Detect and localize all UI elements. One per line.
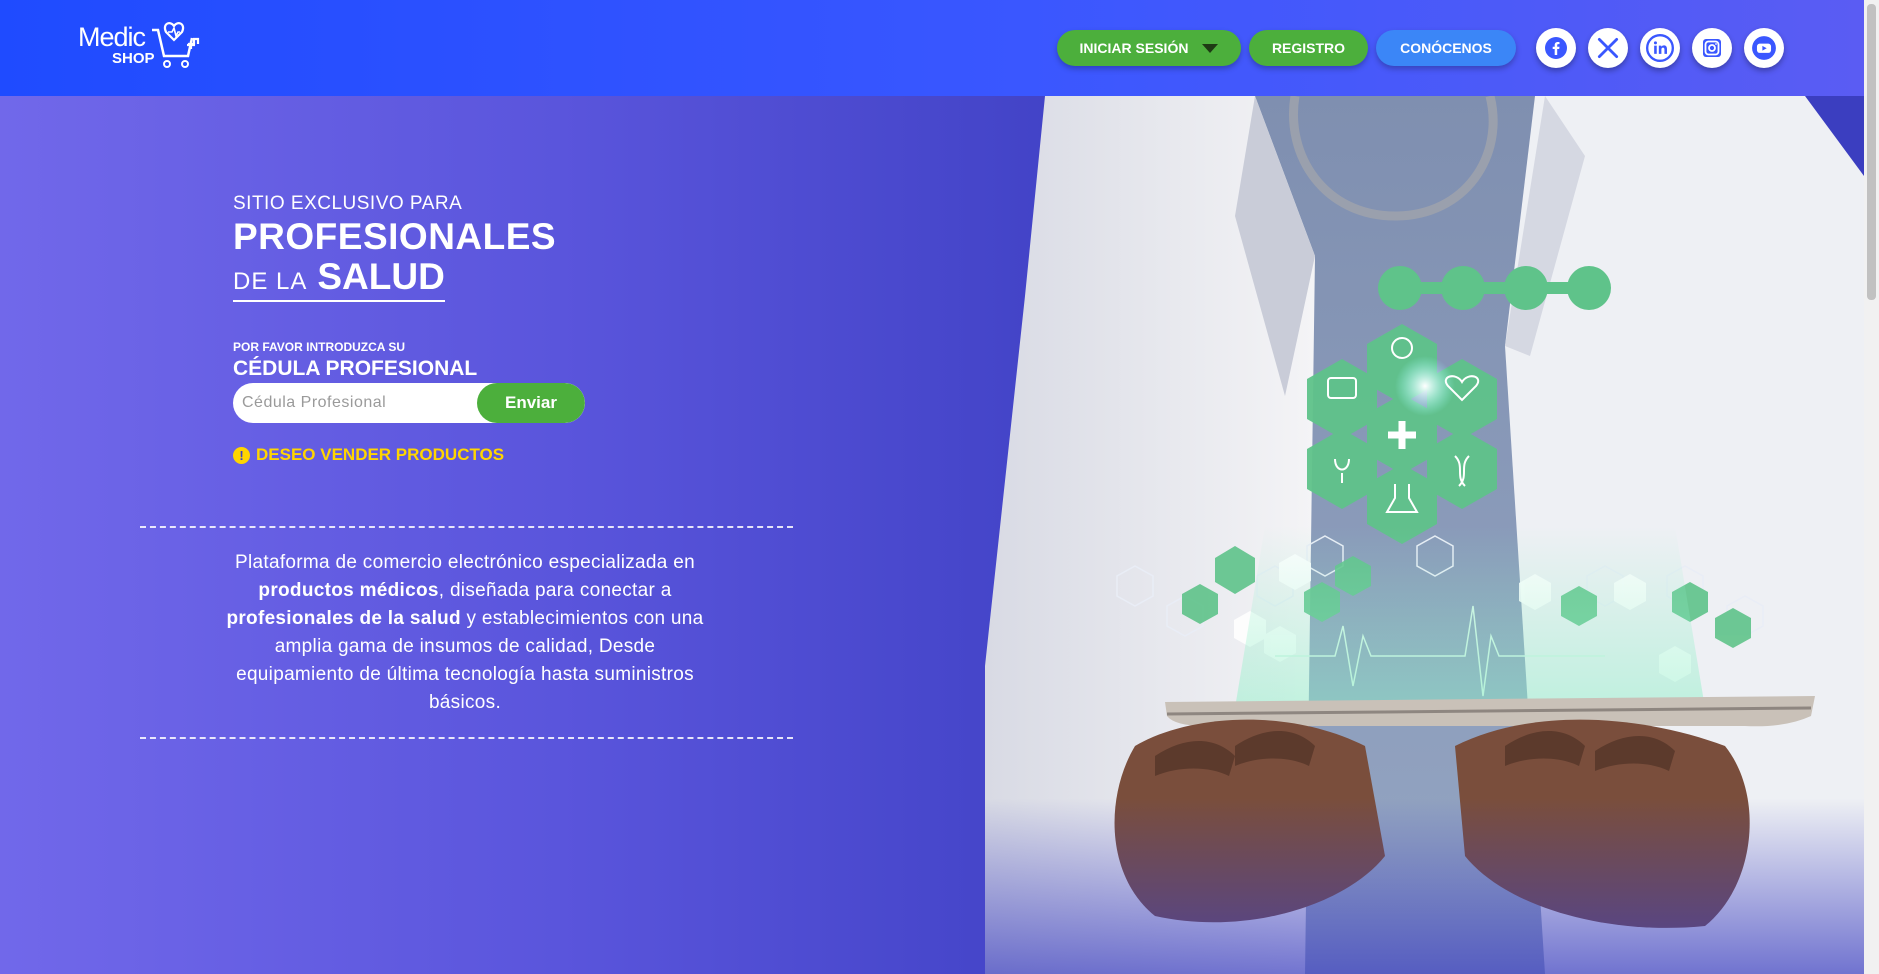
description-text-2: , diseñada para conectar a — [438, 580, 672, 601]
top-header: Medic SHOP INICIAR SESIÓN REGISTRO CONÓC… — [0, 0, 1864, 96]
register-button[interactable]: REGISTRO — [1249, 30, 1368, 66]
cedula-prompt-title: CÉDULA PROFESIONAL — [233, 357, 478, 380]
about-button-label: CONÓCENOS — [1400, 40, 1492, 56]
cedula-form: Enviar — [233, 383, 585, 423]
instagram-link[interactable] — [1692, 28, 1732, 68]
x-link[interactable] — [1588, 28, 1628, 68]
hero-title-line1: PROFESIONALES — [233, 216, 557, 257]
youtube-icon — [1752, 36, 1776, 60]
hero-title-salud: SALUD — [317, 256, 445, 297]
divider-top — [140, 526, 793, 528]
medicshop-logo[interactable]: Medic SHOP — [78, 20, 200, 76]
about-button[interactable]: CONÓCENOS — [1376, 30, 1516, 66]
chevron-down-icon — [1202, 43, 1219, 53]
hero-title-prefix: DE LA — [233, 268, 308, 295]
page-scrollbar[interactable] — [1864, 0, 1879, 974]
linkedin-icon — [1646, 34, 1674, 62]
description-bold-2: profesionales de la salud — [226, 608, 461, 629]
x-icon — [1597, 37, 1619, 59]
divider-bottom — [140, 737, 793, 739]
sell-products-link[interactable]: ! DESEO VENDER PRODUCTOS — [233, 445, 504, 465]
instagram-icon — [1703, 39, 1721, 57]
platform-description: Plataforma de comercio electrónico espec… — [215, 549, 715, 717]
login-button-label: INICIAR SESIÓN — [1079, 40, 1189, 56]
facebook-link[interactable] — [1536, 28, 1576, 68]
linkedin-link[interactable] — [1640, 28, 1680, 68]
warning-icon: ! — [233, 446, 250, 464]
cart-heart-icon — [152, 22, 200, 68]
youtube-link[interactable] — [1744, 28, 1784, 68]
register-button-label: REGISTRO — [1271, 40, 1346, 56]
scrollbar-thumb[interactable] — [1867, 4, 1876, 300]
sell-products-label: DESEO VENDER PRODUCTOS — [256, 445, 505, 464]
doctor-tablet-image — [985, 96, 1864, 974]
cedula-input[interactable] — [233, 383, 477, 423]
description-bold-1: productos médicos — [258, 580, 439, 601]
cedula-prompt-small: POR FAVOR INTRODUZCA SU — [233, 340, 406, 354]
doctor-hologram-illustration — [985, 96, 1864, 974]
logo-word-shop: SHOP — [112, 50, 155, 67]
facebook-icon — [1545, 37, 1567, 59]
submit-cedula-button[interactable]: Enviar — [477, 383, 585, 423]
description-text-1: Plataforma de comercio electrónico espec… — [235, 552, 695, 573]
login-dropdown-button[interactable]: INICIAR SESIÓN — [1057, 30, 1241, 66]
hero-title-line2: DE LA SALUD — [233, 256, 445, 302]
logo-word-medic: Medic — [78, 22, 146, 52]
exclusive-label: SITIO EXCLUSIVO PARA — [233, 193, 463, 214]
